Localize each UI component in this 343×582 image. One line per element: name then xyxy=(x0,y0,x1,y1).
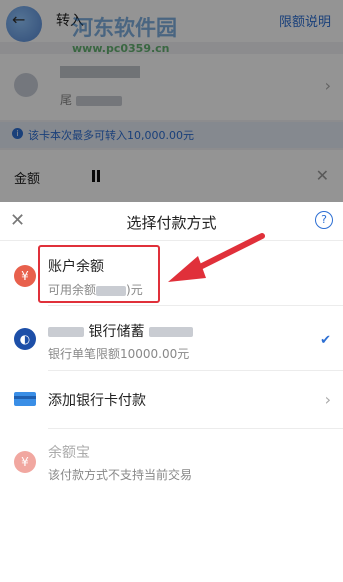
option-subtitle: 银行单笔限额10000.00元 xyxy=(48,347,190,361)
yuebao-icon: ¥ xyxy=(14,451,36,473)
annotation-highlight-box xyxy=(38,245,160,303)
check-icon: ✔ xyxy=(320,333,331,348)
help-icon[interactable]: ? xyxy=(315,211,333,229)
yuan-icon: ¥ xyxy=(14,265,36,287)
option-title: 添加银行卡付款 xyxy=(48,393,146,409)
option-title: 余额宝 xyxy=(48,445,90,461)
option-subtitle: 该付款方式不支持当前交易 xyxy=(48,468,193,482)
option-title: 银行储蓄 xyxy=(48,321,193,341)
card-icon xyxy=(14,392,36,406)
chevron-right-icon: › xyxy=(324,390,331,409)
annotation-arrow xyxy=(168,233,265,282)
bank-logo-icon: ◐ xyxy=(14,328,36,350)
